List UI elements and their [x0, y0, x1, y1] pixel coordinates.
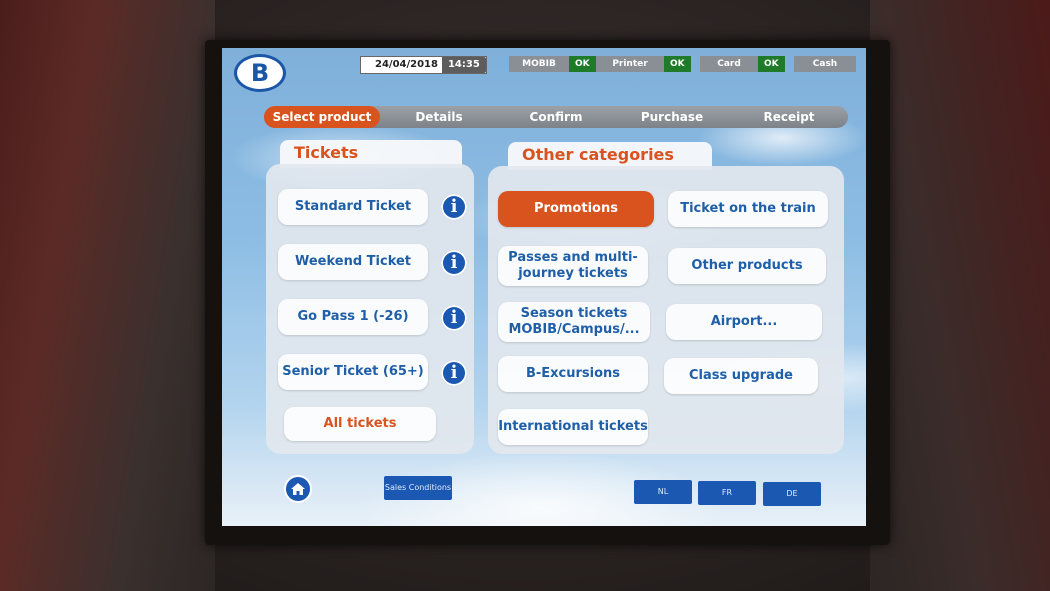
tickets-panel: Standard Ticket i Weekend Ticket i Go Pa…	[266, 164, 474, 454]
tab-receipt[interactable]: Receipt	[730, 106, 848, 128]
mobib-ok: OK	[569, 56, 596, 72]
info-icon[interactable]: i	[441, 360, 467, 386]
ticket-on-the-train-button[interactable]: Ticket on the train	[668, 191, 828, 227]
weekend-ticket-button[interactable]: Weekend Ticket	[278, 244, 428, 280]
home-icon	[291, 483, 305, 495]
time-text: 14:35	[441, 57, 486, 73]
kiosk-bezel-right	[870, 0, 1050, 591]
printer-status: Printer OK	[596, 56, 691, 72]
other-categories-panel: Promotions Ticket on the train Passes an…	[488, 166, 844, 454]
home-button[interactable]	[284, 475, 312, 503]
standard-ticket-button[interactable]: Standard Ticket	[278, 189, 428, 225]
card-status: Card OK	[700, 56, 785, 72]
cash-status: Cash	[794, 56, 856, 72]
printer-label: Printer	[596, 56, 664, 72]
info-icon[interactable]: i	[441, 305, 467, 331]
senior-ticket-button[interactable]: Senior Ticket (65+)	[278, 354, 428, 390]
ticket-machine-screen: B 24/04/2018 14:35 MOBIB OK Printer OK C…	[222, 48, 866, 526]
other-products-button[interactable]: Other products	[668, 248, 826, 284]
language-fr-button[interactable]: FR	[698, 481, 756, 505]
mobib-label: MOBIB	[509, 56, 569, 72]
season-tickets-button[interactable]: Season tickets MOBIB/Campus/...	[498, 302, 650, 342]
language-de-button[interactable]: DE	[763, 482, 821, 506]
printer-ok: OK	[664, 56, 691, 72]
b-excursions-button[interactable]: B-Excursions	[498, 356, 648, 392]
cash-label: Cash	[794, 56, 856, 72]
tab-details[interactable]: Details	[380, 106, 498, 128]
promotions-button[interactable]: Promotions	[498, 191, 654, 227]
progress-tabs: Select product Details Confirm Purchase …	[264, 106, 848, 128]
kiosk-bezel-left	[0, 0, 215, 591]
date-time-display: 24/04/2018 14:35	[360, 56, 487, 74]
go-pass-button[interactable]: Go Pass 1 (-26)	[278, 299, 428, 335]
passes-multi-journey-button[interactable]: Passes and multi-journey tickets	[498, 246, 648, 286]
mobib-status: MOBIB OK	[509, 56, 596, 72]
class-upgrade-button[interactable]: Class upgrade	[664, 358, 818, 394]
info-icon[interactable]: i	[441, 250, 467, 276]
card-ok: OK	[758, 56, 785, 72]
tab-purchase[interactable]: Purchase	[614, 106, 730, 128]
all-tickets-button[interactable]: All tickets	[284, 407, 436, 441]
language-nl-button[interactable]: NL	[634, 480, 692, 504]
sales-conditions-button[interactable]: Sales Conditions	[384, 476, 452, 500]
info-icon[interactable]: i	[441, 194, 467, 220]
date-text: 24/04/2018	[375, 59, 438, 70]
tab-confirm[interactable]: Confirm	[498, 106, 614, 128]
card-label: Card	[700, 56, 758, 72]
international-tickets-button[interactable]: International tickets	[498, 409, 648, 445]
airport-button[interactable]: Airport...	[666, 304, 822, 340]
tab-select-product[interactable]: Select product	[264, 106, 380, 128]
sncb-logo: B	[234, 54, 286, 92]
